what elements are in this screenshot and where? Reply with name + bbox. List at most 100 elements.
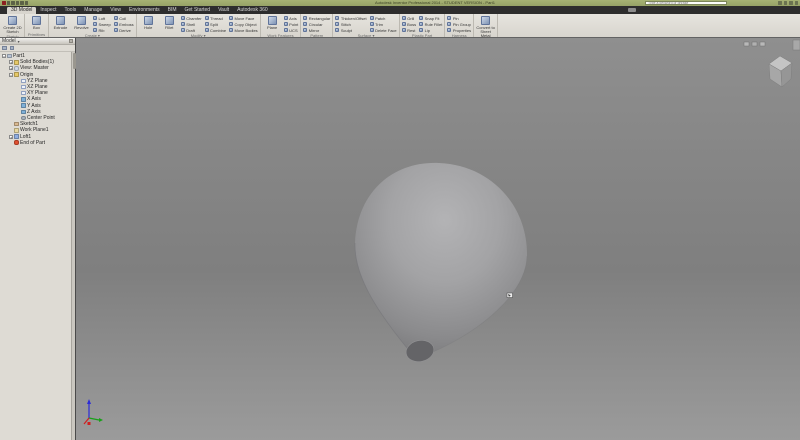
update-icon[interactable]: [24, 1, 28, 5]
tab-inspect[interactable]: Inspect: [36, 7, 60, 14]
undo-icon[interactable]: [11, 1, 15, 5]
viewport-scene: [83, 39, 800, 425]
eye-icon: [14, 66, 19, 71]
axis-icon: [21, 103, 26, 108]
chevron-down-icon[interactable]: ▾: [18, 39, 20, 44]
tree-item-label: Work Plane1: [20, 127, 49, 134]
ribbon-button-label: Hole: [144, 25, 153, 30]
tab-bim[interactable]: BIM: [164, 7, 181, 14]
tab-3d-model[interactable]: 3D Model: [7, 7, 37, 14]
ribbon-button-label: Chamfer: [186, 15, 202, 21]
tab-manage[interactable]: Manage: [80, 7, 106, 14]
ribbon-button-hole[interactable]: Hole: [139, 15, 158, 30]
ribbon-button-label: Combine: [210, 27, 227, 33]
grill-icon: [401, 16, 406, 20]
favorites-icon[interactable]: [778, 1, 782, 5]
view-cube[interactable]: [768, 55, 793, 88]
ribbon-button-label: Boss: [407, 21, 417, 27]
ribbon-button-revolve[interactable]: Revolve: [72, 15, 91, 30]
tree-item-label: View: Master: [20, 65, 49, 72]
move-face-icon: [229, 16, 234, 20]
ribbon-button-plane[interactable]: Plane: [263, 15, 282, 30]
tree-item-label: YZ Plane: [27, 77, 48, 84]
help-search-input[interactable]: [645, 1, 727, 5]
collapse-icon[interactable]: −: [9, 72, 13, 77]
ribbon-button-label: Coil: [119, 15, 127, 21]
minimize-ribbon-icon[interactable]: [628, 8, 636, 12]
sign-in-icon[interactable]: [789, 1, 793, 5]
properties-icon: [447, 28, 452, 32]
tab-tools[interactable]: Tools: [61, 7, 81, 14]
ribbon-group-plastic-part: Grill Boss Rest Snap Fit Rule Fillet Lip Plast…: [400, 14, 446, 38]
ribbon-tabs: 3D Model Inspect Tools Manage View Environmen…: [0, 6, 800, 14]
filter-icon[interactable]: [2, 45, 7, 51]
tree-item-label: Center Point: [27, 114, 55, 121]
box-icon: [32, 16, 41, 25]
find-icon[interactable]: [9, 45, 14, 51]
ribbon-button-label: UCS: [289, 27, 298, 33]
plane-icon: [267, 16, 277, 25]
tab-environments[interactable]: Environments: [125, 7, 164, 14]
ribbon-button-label: Fillet: [164, 25, 174, 30]
move-bodies-icon: [229, 28, 234, 32]
tree-item-label: Sketch1: [20, 121, 39, 128]
tree-item-label: Part1: [13, 53, 25, 60]
collapse-icon[interactable]: −: [2, 54, 6, 59]
expand-icon[interactable]: +: [9, 134, 13, 139]
app-icon[interactable]: [2, 1, 6, 5]
tab-view[interactable]: View: [106, 7, 125, 14]
save-icon[interactable]: [6, 1, 10, 5]
help-icon[interactable]: [794, 1, 798, 5]
tree-item-label: Solid Bodies(1): [20, 59, 54, 66]
ribbon-group-modify: Hole Fillet Chamfer Shell Draft Thread Split Co…: [137, 14, 261, 38]
ribbon-button-label: Split: [210, 21, 218, 27]
sweep-icon: [93, 22, 97, 26]
emboss-icon: [113, 22, 118, 26]
ribbon-button-label: Axis: [289, 15, 297, 21]
ribbon-group-surface: Thicken/Offset Stitch Sculpt Patch Trim Delet…: [333, 14, 400, 38]
tab-vault[interactable]: Vault: [214, 7, 233, 14]
tree-item-label: Origin: [20, 71, 34, 78]
axis-icon: [21, 97, 26, 102]
loft-teardrop-model[interactable]: [354, 162, 528, 355]
browser-header[interactable]: Model ▾: [0, 38, 75, 45]
boss-icon: [401, 22, 406, 26]
tab-autodesk-360[interactable]: Autodesk 360: [233, 7, 272, 14]
ribbon-button-extrude[interactable]: Extrude: [51, 15, 70, 30]
expand-icon[interactable]: +: [9, 66, 13, 71]
ribbon-button-fillet[interactable]: Fillet: [160, 15, 179, 30]
point-icon: [283, 22, 288, 26]
viewport[interactable]: [76, 38, 800, 440]
ribbon-button-create-2d-sketch[interactable]: Create 2D Sketch: [3, 15, 22, 34]
ribbon-button-label: Trim: [375, 21, 383, 27]
ribbon-button-label: Rest: [407, 27, 416, 33]
lip-icon: [419, 28, 424, 32]
ribbon-group-create: Extrude Revolve Loft Sweep Rib Coil Emboss Deri…: [49, 14, 137, 38]
print-icon[interactable]: [20, 1, 24, 5]
model-browser-panel: Model ▾ − Part1 + Solid Bodies(1) + View: Mas…: [0, 38, 76, 440]
folder-icon: [14, 72, 19, 77]
tree-item-label: Loft1: [20, 133, 32, 140]
thicken-offset-icon: [335, 16, 340, 20]
ribbon-button-convert-to-sheet-metal[interactable]: Convert to Sheet Metal: [476, 15, 495, 39]
redo-icon[interactable]: [15, 1, 19, 5]
browser-tree: − Part1 + Solid Bodies(1) + View: Master − Orig…: [0, 52, 75, 440]
ribbon-button-box[interactable]: Box: [27, 15, 46, 30]
tree-item-end-of-part[interactable]: End of Part: [0, 140, 75, 146]
browser-scrollbar[interactable]: [71, 52, 76, 440]
ribbon-button-label: Delete Face: [375, 27, 397, 33]
ribbon-button-label: Snap Fit: [424, 15, 440, 21]
eop-icon: [14, 140, 19, 145]
browser-header-label: Model: [2, 38, 16, 44]
ribbon-button-label: Loft: [98, 15, 106, 21]
ribbon-button-label: Revolve: [74, 25, 89, 30]
tab-get-started[interactable]: Get Started: [181, 7, 215, 14]
expand-icon[interactable]: +: [9, 60, 13, 65]
ribbon-button-label: Grill: [407, 15, 415, 21]
browser-options-icon[interactable]: [69, 39, 73, 43]
communication-center-icon[interactable]: [783, 1, 787, 5]
ribbon-button-label: Pin: [452, 15, 459, 21]
canvas-toolbar-icons[interactable]: [743, 39, 800, 51]
group-label-primitives[interactable]: Primitives: [27, 32, 46, 38]
rule-fillet-icon: [419, 22, 424, 26]
